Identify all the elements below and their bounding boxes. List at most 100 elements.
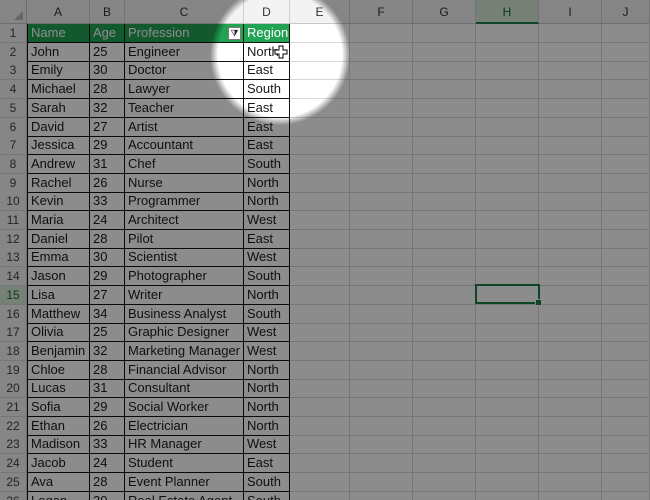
row-header[interactable]: 23 [0, 435, 27, 455]
cell-region[interactable]: West [244, 323, 290, 343]
cell-profession[interactable]: Electrician [125, 416, 244, 436]
empty-cell[interactable] [350, 42, 413, 62]
row-header[interactable]: 5 [0, 98, 27, 118]
column-header-g[interactable]: G [413, 0, 476, 24]
empty-cell[interactable] [290, 98, 350, 118]
cell-region[interactable]: West [244, 341, 290, 361]
cell-age[interactable]: 24 [90, 211, 125, 230]
row-header[interactable]: 2 [0, 42, 27, 62]
cell-region[interactable]: North [244, 379, 290, 399]
cell-region[interactable]: East [244, 98, 290, 118]
row-header[interactable]: 1 [0, 24, 27, 43]
empty-cell[interactable] [476, 360, 539, 380]
empty-cell[interactable] [539, 341, 602, 361]
cell-name[interactable]: Jacob [27, 454, 90, 474]
empty-cell[interactable] [539, 360, 602, 380]
empty-cell[interactable] [413, 398, 476, 417]
empty-cell[interactable] [539, 136, 602, 156]
empty-cell[interactable] [539, 229, 602, 249]
cell-name[interactable]: David [27, 117, 90, 137]
empty-cell[interactable] [350, 472, 413, 492]
cell-profession[interactable]: Accountant [125, 136, 244, 156]
empty-cell[interactable] [476, 323, 539, 343]
empty-cell[interactable] [476, 435, 539, 455]
cell-region[interactable]: South [244, 267, 290, 287]
empty-cell[interactable] [602, 454, 650, 474]
empty-cell[interactable] [476, 248, 539, 268]
row-header[interactable]: 13 [0, 248, 27, 268]
empty-cell[interactable] [602, 341, 650, 361]
empty-cell[interactable] [539, 304, 602, 324]
empty-cell[interactable] [539, 472, 602, 492]
cell-name[interactable]: Maria [27, 211, 90, 230]
spreadsheet-grid[interactable]: ABCDEFGHIJ 1 Name Age Profession ⧩ Region 2 Joh… [0, 0, 650, 500]
cell-age[interactable]: 29 [90, 136, 125, 156]
empty-cell[interactable] [350, 416, 413, 436]
cell-age[interactable]: 32 [90, 341, 125, 361]
empty-cell[interactable] [539, 192, 602, 212]
empty-cell[interactable] [476, 229, 539, 249]
cell-age[interactable]: 30 [90, 61, 125, 81]
empty-cell[interactable] [539, 416, 602, 436]
row-header[interactable]: 10 [0, 192, 27, 212]
empty-cell[interactable] [476, 117, 539, 137]
row-header[interactable]: 15 [0, 285, 27, 305]
empty-cell[interactable] [539, 248, 602, 268]
empty-cell[interactable] [350, 136, 413, 156]
cell-age[interactable]: 25 [90, 42, 125, 62]
cell-region[interactable]: North [244, 173, 290, 193]
empty-cell[interactable] [602, 211, 650, 230]
row-header[interactable]: 6 [0, 117, 27, 137]
row-header[interactable]: 12 [0, 229, 27, 249]
empty-cell[interactable] [476, 61, 539, 81]
empty-cell[interactable] [413, 24, 476, 43]
column-header-j[interactable]: J [602, 0, 650, 24]
cell-region[interactable]: North [244, 285, 290, 305]
empty-cell[interactable] [413, 80, 476, 100]
filter-funnel-icon[interactable]: ⧩ [228, 27, 241, 40]
cell-age[interactable]: 34 [90, 304, 125, 324]
empty-cell[interactable] [602, 416, 650, 436]
empty-cell[interactable] [539, 285, 602, 305]
cell-age[interactable]: 33 [90, 192, 125, 212]
empty-cell[interactable] [290, 472, 350, 492]
empty-cell[interactable] [602, 379, 650, 399]
empty-cell[interactable] [413, 42, 476, 62]
cell-region[interactable]: North [244, 398, 290, 417]
empty-cell[interactable] [290, 61, 350, 81]
empty-cell[interactable] [350, 379, 413, 399]
empty-cell[interactable] [350, 248, 413, 268]
empty-cell[interactable] [476, 304, 539, 324]
cell-profession[interactable]: Graphic Designer [125, 323, 244, 343]
cell-profession[interactable]: Programmer [125, 192, 244, 212]
empty-cell[interactable] [290, 323, 350, 343]
empty-cell[interactable] [539, 173, 602, 193]
empty-cell[interactable] [476, 341, 539, 361]
row-header[interactable]: 16 [0, 304, 27, 324]
cell-profession[interactable]: Nurse [125, 173, 244, 193]
cell-age[interactable]: 32 [90, 98, 125, 118]
empty-cell[interactable] [476, 80, 539, 100]
empty-cell[interactable] [290, 360, 350, 380]
empty-cell[interactable] [350, 491, 413, 500]
empty-cell[interactable] [476, 192, 539, 212]
empty-cell[interactable] [539, 398, 602, 417]
cell-region[interactable]: East [244, 136, 290, 156]
empty-cell[interactable] [476, 416, 539, 436]
cell-profession[interactable]: Engineer [125, 42, 244, 62]
empty-cell[interactable] [476, 491, 539, 500]
cell-profession[interactable]: Architect [125, 211, 244, 230]
select-all-corner[interactable] [0, 0, 27, 24]
cell-name[interactable]: Andrew [27, 154, 90, 174]
cell-profession[interactable]: Consultant [125, 379, 244, 399]
empty-cell[interactable] [539, 80, 602, 100]
empty-cell[interactable] [290, 192, 350, 212]
row-header[interactable]: 11 [0, 211, 27, 230]
empty-cell[interactable] [413, 304, 476, 324]
empty-cell[interactable] [602, 117, 650, 137]
cell-name[interactable]: Emma [27, 248, 90, 268]
row-header[interactable]: 26 [0, 491, 27, 500]
row-header[interactable]: 21 [0, 398, 27, 417]
empty-cell[interactable] [476, 379, 539, 399]
empty-cell[interactable] [602, 248, 650, 268]
